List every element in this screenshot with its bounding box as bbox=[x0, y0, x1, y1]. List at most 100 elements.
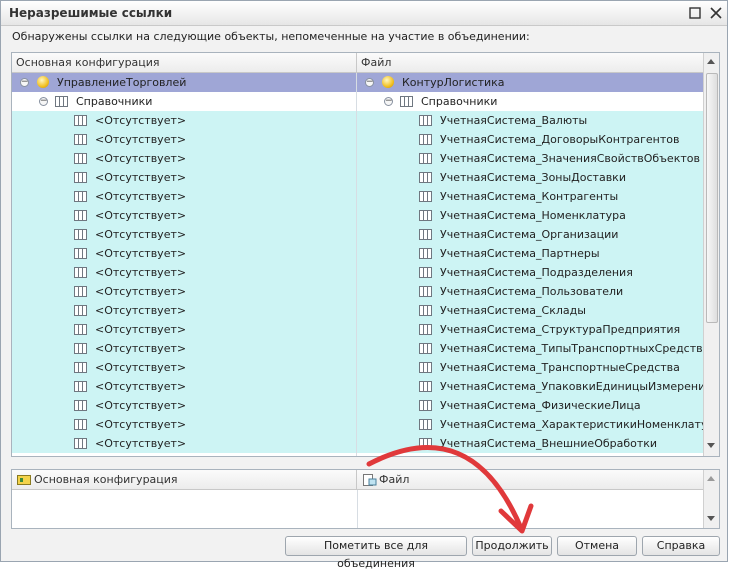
missing-cell[interactable]: <Отсутствует> bbox=[12, 149, 357, 168]
catalog-cell[interactable]: УчетнаяСистема_ЗначенияСвойствОбъектов bbox=[357, 149, 704, 168]
table-row[interactable]: <Отсутствует> УчетнаяСистема_Организации bbox=[12, 225, 704, 244]
catalog-icon bbox=[419, 210, 432, 221]
table-row[interactable]: <Отсутствует> УчетнаяСистема_Валюты bbox=[12, 111, 704, 130]
table-row[interactable]: <Отсутствует> УчетнаяСистема_СтруктураПре… bbox=[12, 320, 704, 339]
documents-cell-file[interactable]: −Документы bbox=[357, 453, 704, 456]
catalog-cell[interactable]: УчетнаяСистема_ЗоныДоставки bbox=[357, 168, 704, 187]
catalog-cell[interactable]: УчетнаяСистема_Склады bbox=[357, 301, 704, 320]
table-row[interactable]: <Отсутствует> УчетнаяСистема_ЗоныДоставки bbox=[12, 168, 704, 187]
table-row[interactable]: <Отсутствует> УчетнаяСистема_ЗначенияСвой… bbox=[12, 149, 704, 168]
missing-label: <Отсутствует> bbox=[95, 228, 187, 241]
missing-cell[interactable]: <Отсутствует> bbox=[12, 130, 357, 149]
table-row[interactable]: <Отсутствует> УчетнаяСистема_Подразделени… bbox=[12, 263, 704, 282]
catalog-cell[interactable]: УчетнаяСистема_УпаковкиЕдиницыИзмерения bbox=[357, 377, 704, 396]
group-label-file: Справочники bbox=[421, 95, 498, 108]
missing-cell[interactable]: <Отсутствует> bbox=[12, 434, 357, 453]
missing-cell[interactable]: <Отсутствует> bbox=[12, 187, 357, 206]
tree-row-group[interactable]: − Справочники − Справочники bbox=[12, 92, 704, 111]
column-header-main-config[interactable]: Основная конфигурация bbox=[12, 53, 357, 73]
vertical-scrollbar[interactable] bbox=[703, 53, 719, 456]
group-cell-file[interactable]: − Справочники bbox=[357, 92, 704, 111]
table-row[interactable]: <Отсутствует> УчетнаяСистема_Транспортные… bbox=[12, 358, 704, 377]
table-row[interactable]: <Отсутствует> УчетнаяСистема_Номенклатура bbox=[12, 206, 704, 225]
catalog-icon bbox=[419, 248, 432, 259]
group-cell-main[interactable]: − Справочники bbox=[12, 92, 357, 111]
missing-cell[interactable]: <Отсутствует> bbox=[12, 282, 357, 301]
catalog-cell[interactable]: УчетнаяСистема_Валюты bbox=[357, 111, 704, 130]
root-cell-file[interactable]: − КонтурЛогистика bbox=[357, 73, 704, 92]
missing-cell[interactable]: <Отсутствует> bbox=[12, 320, 357, 339]
catalog-cell[interactable]: УчетнаяСистема_Номенклатура bbox=[357, 206, 704, 225]
missing-cell[interactable]: <Отсутствует> bbox=[12, 111, 357, 130]
missing-cell[interactable]: <Отсутствует> bbox=[12, 206, 357, 225]
catalog-cell[interactable]: УчетнаяСистема_Контрагенты bbox=[357, 187, 704, 206]
column-header-file[interactable]: Файл bbox=[357, 53, 704, 73]
catalog-cell[interactable]: УчетнаяСистема_ДоговорыКонтрагентов bbox=[357, 130, 704, 149]
catalog-icon bbox=[74, 324, 87, 335]
scroll-down-icon[interactable] bbox=[707, 443, 715, 448]
catalog-cell[interactable]: УчетнаяСистема_ТипыТранспортныхСредств bbox=[357, 339, 704, 358]
tree-row-root[interactable]: − УправлениеТорговлей − КонтурЛогистика bbox=[12, 73, 704, 92]
documents-cell-main[interactable]: −Документы bbox=[12, 453, 357, 456]
catalog-icon bbox=[419, 419, 432, 430]
table-row[interactable]: <Отсутствует> УчетнаяСистема_Пользователи bbox=[12, 282, 704, 301]
missing-cell[interactable]: <Отсутствует> bbox=[12, 377, 357, 396]
table-row[interactable]: <Отсутствует> УчетнаяСистема_ФизическиеЛи… bbox=[12, 396, 704, 415]
root-cell-main[interactable]: − УправлениеТорговлей bbox=[12, 73, 357, 92]
table-row[interactable]: <Отсутствует> УчетнаяСистема_ДоговорыКонт… bbox=[12, 130, 704, 149]
missing-cell[interactable]: <Отсутствует> bbox=[12, 263, 357, 282]
table-row[interactable]: <Отсутствует> УчетнаяСистема_ВнешниеОбраб… bbox=[12, 434, 704, 453]
missing-label: <Отсутствует> bbox=[95, 133, 187, 146]
missing-label: <Отсутствует> bbox=[95, 399, 187, 412]
catalog-cell[interactable]: УчетнаяСистема_Организации bbox=[357, 225, 704, 244]
details-scrollbar[interactable] bbox=[703, 470, 719, 528]
mark-all-button[interactable]: Пометить все для объединения bbox=[285, 536, 467, 570]
table-row[interactable]: <Отсутствует> УчетнаяСистема_Партнеры bbox=[12, 244, 704, 263]
catalog-cell[interactable]: УчетнаяСистема_ХарактеристикиНоменклатур… bbox=[357, 415, 704, 434]
catalog-cell[interactable]: УчетнаяСистема_Пользователи bbox=[357, 282, 704, 301]
details-scroll-down-icon[interactable] bbox=[707, 516, 715, 521]
catalog-cell[interactable]: УчетнаяСистема_ТранспортныеСредства bbox=[357, 358, 704, 377]
catalog-icon bbox=[74, 286, 87, 297]
catalog-cell[interactable]: УчетнаяСистема_Партнеры bbox=[357, 244, 704, 263]
missing-label: <Отсутствует> bbox=[95, 342, 187, 355]
cancel-button[interactable]: Отмена bbox=[557, 536, 637, 556]
catalog-cell[interactable]: УчетнаяСистема_ФизическиеЛица bbox=[357, 396, 704, 415]
tree-row-documents[interactable]: −Документы−Документы bbox=[12, 453, 704, 456]
missing-cell[interactable]: <Отсутствует> bbox=[12, 339, 357, 358]
close-button[interactable] bbox=[707, 4, 725, 22]
table-row[interactable]: <Отсутствует> УчетнаяСистема_ТипыТранспор… bbox=[12, 339, 704, 358]
catalog-cell[interactable]: УчетнаяСистема_Подразделения bbox=[357, 263, 704, 282]
scroll-thumb[interactable] bbox=[706, 73, 718, 323]
missing-cell[interactable]: <Отсутствует> bbox=[12, 301, 357, 320]
catalog-label: УчетнаяСистема_ВнешниеОбработки bbox=[440, 437, 658, 450]
details-file-label: Файл bbox=[379, 473, 410, 486]
catalog-cell[interactable]: УчетнаяСистема_ВнешниеОбработки bbox=[357, 434, 704, 453]
details-scroll-up-icon[interactable] bbox=[707, 476, 715, 481]
missing-cell[interactable]: <Отсутствует> bbox=[12, 168, 357, 187]
missing-cell[interactable]: <Отсутствует> bbox=[12, 396, 357, 415]
maximize-button[interactable] bbox=[686, 4, 704, 22]
missing-label: <Отсутствует> bbox=[95, 266, 187, 279]
help-button[interactable]: Справка bbox=[642, 536, 720, 556]
catalog-icon bbox=[419, 324, 432, 335]
table-row[interactable]: <Отсутствует> УчетнаяСистема_УпаковкиЕдин… bbox=[12, 377, 704, 396]
missing-cell[interactable]: <Отсутствует> bbox=[12, 244, 357, 263]
table-row[interactable]: <Отсутствует> УчетнаяСистема_Склады bbox=[12, 301, 704, 320]
catalogs-icon bbox=[55, 96, 68, 107]
missing-cell[interactable]: <Отсутствует> bbox=[12, 415, 357, 434]
catalog-label: УчетнаяСистема_Контрагенты bbox=[440, 190, 619, 203]
unresolved-links-tree[interactable]: Основная конфигурация Файл − УправлениеТо… bbox=[11, 52, 720, 457]
details-panel: Основная конфигурация Файл bbox=[11, 469, 720, 529]
scroll-up-icon[interactable] bbox=[707, 59, 715, 64]
table-row[interactable]: <Отсутствует> УчетнаяСистема_Контрагенты bbox=[12, 187, 704, 206]
catalog-label: УчетнаяСистема_Пользователи bbox=[440, 285, 624, 298]
table-row[interactable]: <Отсутствует> УчетнаяСистема_Характеристи… bbox=[12, 415, 704, 434]
missing-cell[interactable]: <Отсутствует> bbox=[12, 225, 357, 244]
catalog-icon bbox=[419, 115, 432, 126]
catalog-cell[interactable]: УчетнаяСистема_СтруктураПредприятия bbox=[357, 320, 704, 339]
continue-button[interactable]: Продолжить bbox=[472, 536, 552, 556]
missing-cell[interactable]: <Отсутствует> bbox=[12, 358, 357, 377]
catalog-icon bbox=[419, 305, 432, 316]
catalog-label: УчетнаяСистема_ДоговорыКонтрагентов bbox=[440, 133, 680, 146]
